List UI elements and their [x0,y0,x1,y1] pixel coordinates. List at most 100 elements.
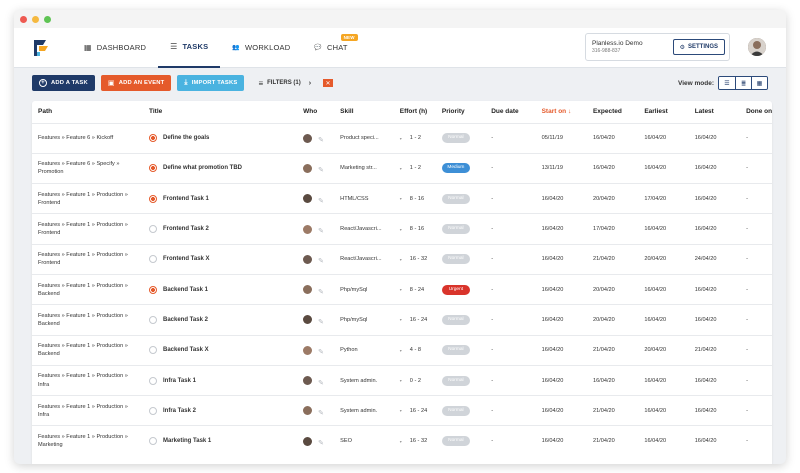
priority-badge[interactable]: Normal [441,375,470,386]
status-circle-icon[interactable] [149,376,157,385]
maximize-window-icon[interactable] [44,15,51,23]
task-due-date[interactable]: - [485,425,536,457]
view-board-icon[interactable]: ▦ [751,77,767,89]
task-start-on[interactable]: 16/04/20 [535,213,587,245]
add-task-button[interactable]: + ADD A TASK [32,75,95,91]
assignee-cell[interactable]: ✎ [297,183,335,214]
column-header-who[interactable]: Who [297,101,334,123]
task-title[interactable]: Frontend Task 1 [163,196,209,202]
priority-badge[interactable]: Normal [441,193,470,204]
column-header-title[interactable]: Title [143,101,297,123]
task-due-date[interactable]: - [485,334,536,366]
assignee-avatar[interactable] [303,254,313,264]
task-title-cell[interactable]: Backend Task X [143,334,298,366]
priority-badge[interactable]: Normal [441,345,470,356]
priority-badge[interactable]: Normal [441,224,470,235]
status-started-icon[interactable] [149,194,157,203]
nav-tab-chat[interactable]: 💬 CHAT NEW [302,28,359,68]
import-tasks-button[interactable]: ⤓ IMPORT TASKS [177,75,245,91]
column-header-start-on[interactable]: Start on ↓ [536,101,587,123]
priority-cell[interactable]: Normal [435,213,486,245]
table-row[interactable]: Features » Feature 6 » Kickoff Define the… [32,122,772,154]
clear-filter-icon[interactable]: ✕ [323,79,334,87]
task-start-on[interactable]: 16/04/20 [535,273,587,305]
assignee-cell[interactable]: ✎ [297,364,335,396]
table-row[interactable]: Features » Feature 1 » Production » Infr… [32,395,772,426]
status-circle-icon[interactable] [149,315,157,324]
task-title[interactable]: Define what promotion TBD [163,165,242,171]
task-due-date[interactable]: - [485,152,536,184]
edit-assignee-icon[interactable]: ✎ [318,166,324,174]
effort-cell[interactable]: ▾ 1 - 2 [393,122,436,154]
column-header-path[interactable]: Path [32,101,143,123]
assignee-cell[interactable]: ✎ [297,334,335,366]
status-circle-icon[interactable] [149,346,157,355]
priority-cell[interactable]: Medium [435,152,486,184]
task-title-cell[interactable]: Backend Task 1 [143,273,298,305]
dropdown-arrow-icon[interactable]: ▾ [400,378,402,383]
edit-assignee-icon[interactable]: ✎ [318,409,324,417]
assignee-cell[interactable]: ✎ [297,213,335,245]
task-title-cell[interactable]: Backend Task 2 [143,304,298,336]
priority-cell[interactable]: Urgent [435,273,486,305]
priority-cell[interactable]: Normal [435,425,486,457]
minimize-window-icon[interactable] [32,15,39,23]
edit-assignee-icon[interactable]: ✎ [318,136,324,144]
priority-cell[interactable]: Normal [435,122,486,154]
priority-badge[interactable]: Normal [441,254,470,265]
task-due-date[interactable]: - [485,364,536,396]
status-started-icon[interactable] [149,285,157,294]
status-circle-icon[interactable] [149,437,157,446]
table-row[interactable]: Features » Feature 1 » Production » Back… [32,334,772,366]
assignee-avatar[interactable] [303,315,313,325]
effort-cell[interactable]: ▾ 16 - 32 [393,243,436,275]
table-row[interactable]: Features » Feature 1 » Production » Infr… [32,364,772,396]
priority-badge[interactable]: Normal [441,314,470,325]
table-row[interactable]: Features » Feature 6 » Specify » Promoti… [32,152,772,184]
status-circle-icon[interactable] [149,406,157,415]
task-title-cell[interactable]: Define what promotion TBD [143,152,298,184]
priority-badge[interactable]: Normal [441,405,470,416]
dropdown-arrow-icon[interactable]: ▾ [400,136,402,141]
table-row[interactable]: Features » Feature 1 » Production » Fron… [32,243,772,275]
assignee-avatar[interactable] [303,436,313,446]
priority-badge[interactable]: Normal [441,133,470,144]
edit-assignee-icon[interactable]: ✎ [318,379,324,387]
assignee-avatar[interactable] [303,133,313,143]
effort-cell[interactable]: ▾ 8 - 16 [393,213,436,245]
assignee-cell[interactable]: ✎ [297,243,335,275]
column-header-done-on[interactable]: Done on [740,101,772,123]
table-row[interactable]: Features » Feature 1 » Production » Fron… [32,213,772,245]
task-start-on[interactable]: 16/04/20 [535,304,587,336]
edit-assignee-icon[interactable]: ✎ [318,197,324,205]
task-title[interactable]: Infra Task 1 [163,378,196,384]
column-header-priority[interactable]: Priority [436,101,485,123]
edit-assignee-icon[interactable]: ✎ [318,318,324,326]
task-start-on[interactable]: 05/11/19 [535,122,587,154]
dropdown-arrow-icon[interactable]: ▾ [400,348,402,353]
close-window-icon[interactable] [20,15,27,23]
task-due-date[interactable]: - [485,183,536,214]
task-title[interactable]: Marketing Task 1 [163,438,211,444]
task-start-on[interactable]: 16/04/20 [535,243,587,275]
effort-cell[interactable]: ▾ 16 - 24 [393,304,436,336]
priority-cell[interactable]: Normal [435,334,486,366]
priority-badge[interactable]: Normal [441,436,470,447]
edit-assignee-icon[interactable]: ✎ [318,348,324,356]
task-start-on[interactable]: 16/04/20 [535,334,587,366]
task-title-cell[interactable]: Marketing Task 1 [143,425,298,457]
assignee-cell[interactable]: ✎ [297,395,335,426]
table-row[interactable]: Features » Feature 1 » Production » Mark… [32,425,772,457]
dropdown-arrow-icon[interactable]: ▾ [400,317,402,322]
status-started-icon[interactable] [149,134,157,143]
add-event-button[interactable]: ▣ ADD AN EVENT [100,75,172,91]
priority-cell[interactable]: Normal [435,304,486,336]
assignee-cell[interactable]: ✎ [297,122,335,154]
assignee-avatar[interactable] [303,224,313,234]
dropdown-arrow-icon[interactable]: ▾ [400,227,402,232]
task-title-cell[interactable]: Infra Task 2 [143,395,298,426]
task-title-cell[interactable]: Frontend Task 2 [143,213,298,245]
task-start-on[interactable]: 16/04/20 [535,425,587,457]
assignee-avatar[interactable] [303,194,313,204]
column-header-due-date[interactable]: Due date [485,101,535,123]
